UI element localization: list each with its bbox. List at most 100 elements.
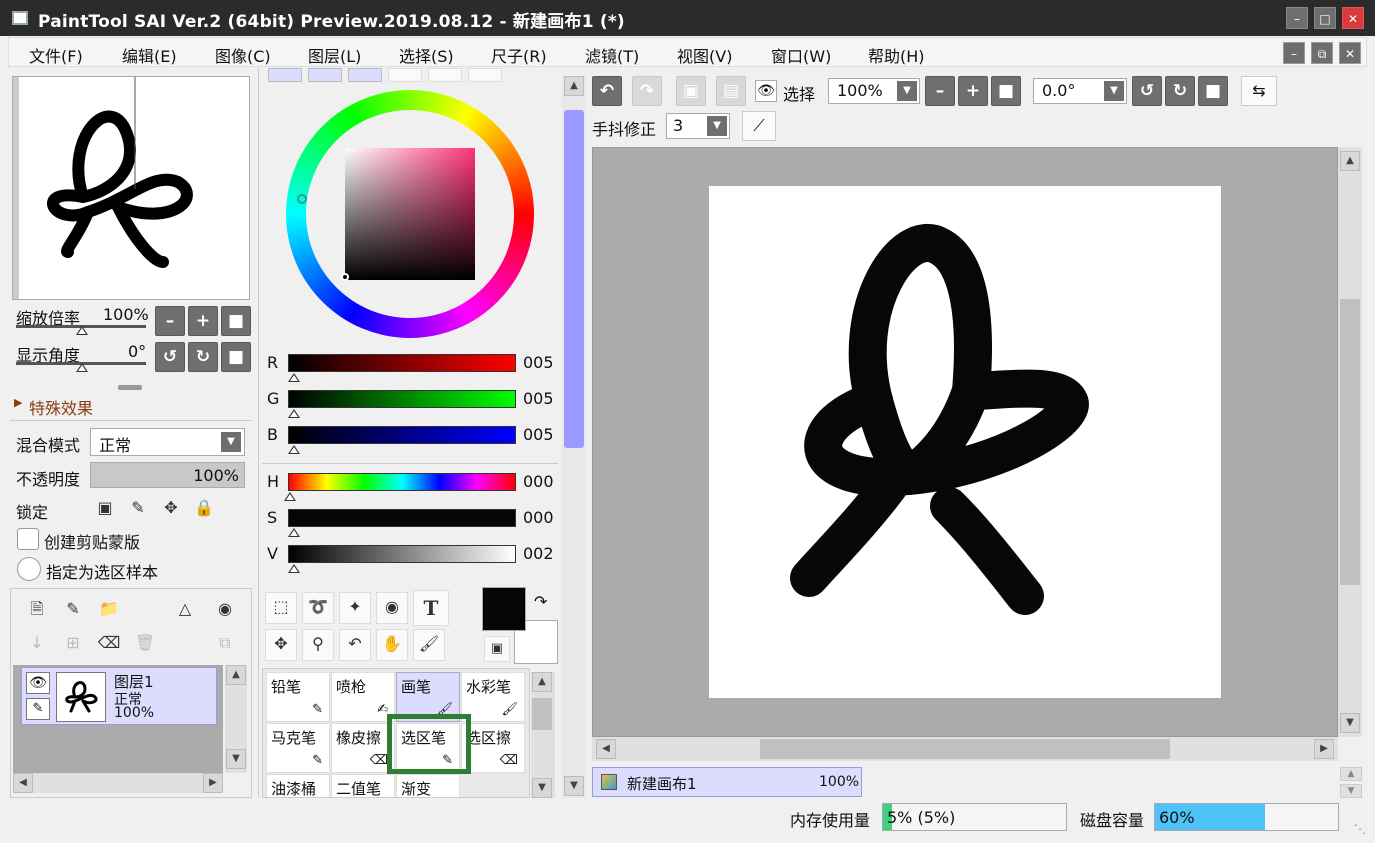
tool-pencil[interactable]: 铅笔 ✎ xyxy=(266,672,330,722)
tab-scroll-up-icon[interactable]: ▲ xyxy=(1340,767,1362,781)
scroll-right-icon[interactable]: ▶ xyxy=(203,773,223,793)
zoom-in-button[interactable]: + xyxy=(188,306,218,336)
color-tab-wheel[interactable] xyxy=(268,68,302,82)
v-value[interactable]: 002 xyxy=(523,544,554,563)
add-layer-icon[interactable]: ⊞ xyxy=(59,629,87,657)
magic-wand-tool-icon[interactable]: ✦ xyxy=(339,592,371,624)
close-button[interactable]: ✕ xyxy=(1342,7,1364,29)
canvas-tab[interactable]: 新建画布1 100% xyxy=(592,767,862,797)
scroll-up-icon[interactable]: ▲ xyxy=(564,76,584,96)
tool-gradient[interactable]: 渐变 xyxy=(396,774,460,797)
zoom-tool-icon[interactable]: ⚲ xyxy=(302,629,334,661)
r-slider[interactable] xyxy=(288,354,516,372)
s-slider[interactable] xyxy=(288,509,516,527)
zoom-reset-button[interactable]: ■ xyxy=(221,306,251,336)
panel-splitter[interactable] xyxy=(118,385,142,390)
eyedropper-tool-icon[interactable]: 🖌 xyxy=(413,629,445,661)
expand-arrow-icon[interactable]: ▶ xyxy=(14,396,22,409)
new-linework-layer-icon[interactable]: ✎ xyxy=(59,595,87,623)
stabilizer-select[interactable]: 3 ▼ xyxy=(666,113,730,139)
color-tab-mixer[interactable] xyxy=(388,68,422,82)
menu-edit[interactable]: 编辑(E) xyxy=(122,43,177,67)
redo-button[interactable]: ↷ xyxy=(632,76,662,106)
opacity-slider[interactable]: 100% xyxy=(90,462,245,488)
canvas-zoom-reset-button[interactable]: ■ xyxy=(991,76,1021,106)
scroll-thumb[interactable] xyxy=(564,110,584,448)
b-value[interactable]: 005 xyxy=(523,425,554,444)
scroll-left-icon[interactable]: ◀ xyxy=(13,773,33,793)
text-tool-icon[interactable]: T xyxy=(413,590,449,626)
layer-mask-icon[interactable]: △ xyxy=(171,595,199,623)
foreground-color-swatch[interactable] xyxy=(482,587,526,631)
zoom-slider-handle[interactable] xyxy=(76,326,88,335)
layer-list-hscrollbar[interactable]: ◀ ▶ xyxy=(13,773,223,793)
scroll-thumb[interactable] xyxy=(760,739,1170,759)
r-value[interactable]: 005 xyxy=(523,353,554,372)
tool-bucket[interactable]: 油漆桶 xyxy=(266,774,330,797)
menu-window[interactable]: 窗口(W) xyxy=(771,43,831,67)
tool-airbrush[interactable]: 喷枪 ✍ xyxy=(331,672,395,722)
canvas-zoom-out-button[interactable]: – xyxy=(925,76,955,106)
navigator-preview[interactable] xyxy=(12,76,250,300)
scroll-left-icon[interactable]: ◀ xyxy=(596,739,616,759)
g-slider[interactable] xyxy=(288,390,516,408)
menu-view[interactable]: 视图(V) xyxy=(677,43,732,67)
straight-line-icon[interactable]: ⟋ xyxy=(742,111,776,141)
minimize-button[interactable]: – xyxy=(1286,7,1308,29)
clear-layer-icon[interactable]: ⌫ xyxy=(95,629,123,657)
blend-mode-select[interactable]: 正常 ▼ xyxy=(90,428,245,456)
hue-marker[interactable] xyxy=(297,194,307,204)
deselect-button[interactable]: ▣ xyxy=(676,76,706,106)
merge-down-icon[interactable]: ↓ xyxy=(23,629,51,657)
menu-select[interactable]: 选择(S) xyxy=(399,43,454,67)
canvas-zoom-in-button[interactable]: + xyxy=(958,76,988,106)
marquee-tool-icon[interactable]: ⬚ xyxy=(265,592,297,624)
tool-grid-scrollbar[interactable]: ▲ ▼ xyxy=(531,672,555,798)
g-slider-handle[interactable] xyxy=(288,409,300,418)
v-slider[interactable] xyxy=(288,545,516,563)
lasso-tool-icon[interactable]: ➰ xyxy=(302,592,334,624)
transparent-color-icon[interactable]: ▣ xyxy=(484,636,510,662)
color-tab-scratchpad[interactable] xyxy=(468,68,502,82)
new-layer-icon[interactable]: 🗎 xyxy=(23,595,51,623)
rotate-left-button[interactable]: ↺ xyxy=(155,342,185,372)
invert-selection-button[interactable]: ▤ xyxy=(716,76,746,106)
canvas-rotate-left-button[interactable]: ↺ xyxy=(1132,76,1162,106)
tool-binary-pen[interactable]: 二值笔 xyxy=(331,774,395,797)
rotate-right-button[interactable]: ↻ xyxy=(188,342,218,372)
saturation-value-square[interactable] xyxy=(345,148,475,280)
eye-icon[interactable]: 👁 xyxy=(755,80,777,102)
menu-file[interactable]: 文件(F) xyxy=(29,43,83,67)
color-tab-hsv[interactable] xyxy=(348,68,382,82)
mdi-restore-button[interactable]: ⧉ xyxy=(1311,42,1333,64)
color-tab-rgb[interactable] xyxy=(308,68,342,82)
layer-duplicate-icon[interactable]: ⧉ xyxy=(211,629,239,657)
resize-grip-icon[interactable]: ⋱ xyxy=(1354,822,1366,836)
canvas-rotate-reset-button[interactable]: ■ xyxy=(1198,76,1228,106)
canvas-vscrollbar[interactable]: ▲ ▼ xyxy=(1338,147,1362,737)
canvas[interactable] xyxy=(709,186,1221,698)
pencil-icon[interactable]: ✎ xyxy=(26,698,50,720)
lock-move-icon[interactable]: ✥ xyxy=(157,494,185,522)
r-slider-handle[interactable] xyxy=(288,373,300,382)
panel-scrollbar[interactable]: ▲ ▼ xyxy=(562,76,586,798)
s-slider-handle[interactable] xyxy=(288,528,300,537)
flip-horizontal-icon[interactable]: ⇆ xyxy=(1241,76,1277,106)
canvas-hscrollbar[interactable]: ◀ ▶ xyxy=(592,737,1338,761)
eye-icon[interactable]: 👁 xyxy=(26,672,50,694)
clipping-mask-checkbox[interactable] xyxy=(17,528,39,550)
lock-paint-icon[interactable]: ✎ xyxy=(124,494,152,522)
scroll-down-icon[interactable]: ▼ xyxy=(1340,713,1360,733)
maximize-button[interactable]: □ xyxy=(1314,7,1336,29)
mdi-close-button[interactable]: ✕ xyxy=(1339,42,1361,64)
tool-eraser[interactable]: 橡皮擦 ⌫ xyxy=(331,723,395,773)
undo-button[interactable]: ↶ xyxy=(592,76,622,106)
hand-tool-icon[interactable]: ✋ xyxy=(376,629,408,661)
swap-colors-icon[interactable]: ↷ xyxy=(534,592,547,611)
canvas-zoom-select[interactable]: 100% ▼ xyxy=(828,78,920,104)
scroll-thumb[interactable] xyxy=(1340,299,1360,585)
delete-layer-icon[interactable]: 🗑 xyxy=(131,629,159,657)
layer-record-icon[interactable]: ◉ xyxy=(211,595,239,623)
b-slider[interactable] xyxy=(288,426,516,444)
canvas-rotate-right-button[interactable]: ↻ xyxy=(1165,76,1195,106)
